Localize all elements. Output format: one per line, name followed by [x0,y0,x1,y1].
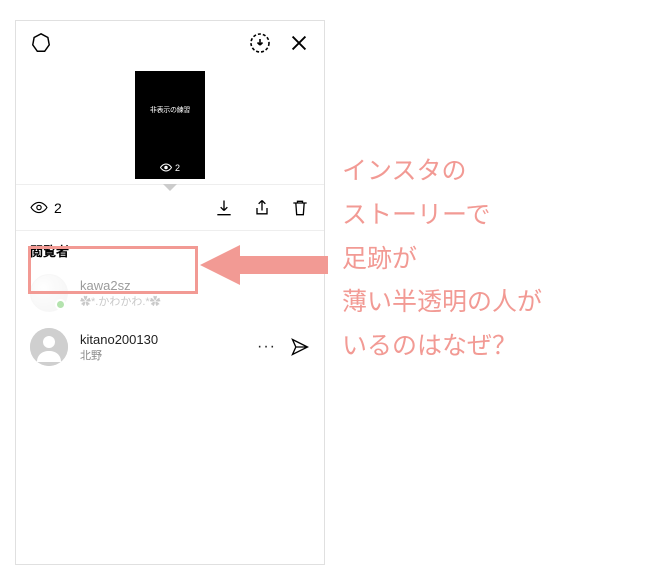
annotation-line: 薄い半透明の人が [342,281,542,325]
avatar[interactable] [30,328,68,366]
annotation-text: インスタの ストーリーで 足跡が 薄い半透明の人が いるのはなぜ？ [342,150,542,369]
viewer-count[interactable]: 2 [30,200,62,216]
viewer-list: kawa2sz ✿*.かわかわ.*✿ kitano200130 北野 ··· [16,266,324,564]
action-bar: 2 [16,185,324,231]
top-bar [16,21,324,65]
viewer-username: kitano200130 [80,332,245,347]
story-thumbnail[interactable]: 非表示の練習 2 [135,71,205,179]
annotation-arrow [200,241,328,289]
settings-icon[interactable] [30,32,52,54]
story-thumb-views: 2 [160,163,180,173]
story-thumbnail-area: 非表示の練習 2 [16,65,324,185]
viewer-count-number: 2 [54,200,62,216]
viewer-subtitle: 北野 [80,347,245,363]
viewer-subtitle: ✿*.かわかわ.*✿ [80,293,310,309]
annotation-line: 足跡が [342,238,542,282]
annotation-line: いるのはなぜ？ [342,325,542,369]
online-indicator [55,299,66,310]
send-icon[interactable] [290,337,310,357]
eye-icon [160,163,172,172]
story-caption: 非表示の練習 [150,105,190,115]
trash-icon[interactable] [290,198,310,218]
close-icon[interactable] [288,32,310,54]
avatar[interactable] [30,274,68,312]
thumbnail-pointer [163,184,177,191]
story-thumb-view-count: 2 [175,163,180,173]
share-icon[interactable] [252,198,272,218]
annotation-line: ストーリーで [342,194,542,238]
annotation-line: インスタの [342,150,542,194]
eye-icon [30,201,48,214]
viewer-row[interactable]: kitano200130 北野 ··· [16,320,324,374]
phone-frame: 非表示の練習 2 2 [15,20,325,565]
download-icon[interactable] [214,198,234,218]
avatar-placeholder-icon [30,328,68,366]
more-icon[interactable]: ··· [257,338,276,356]
save-icon[interactable] [248,31,272,55]
